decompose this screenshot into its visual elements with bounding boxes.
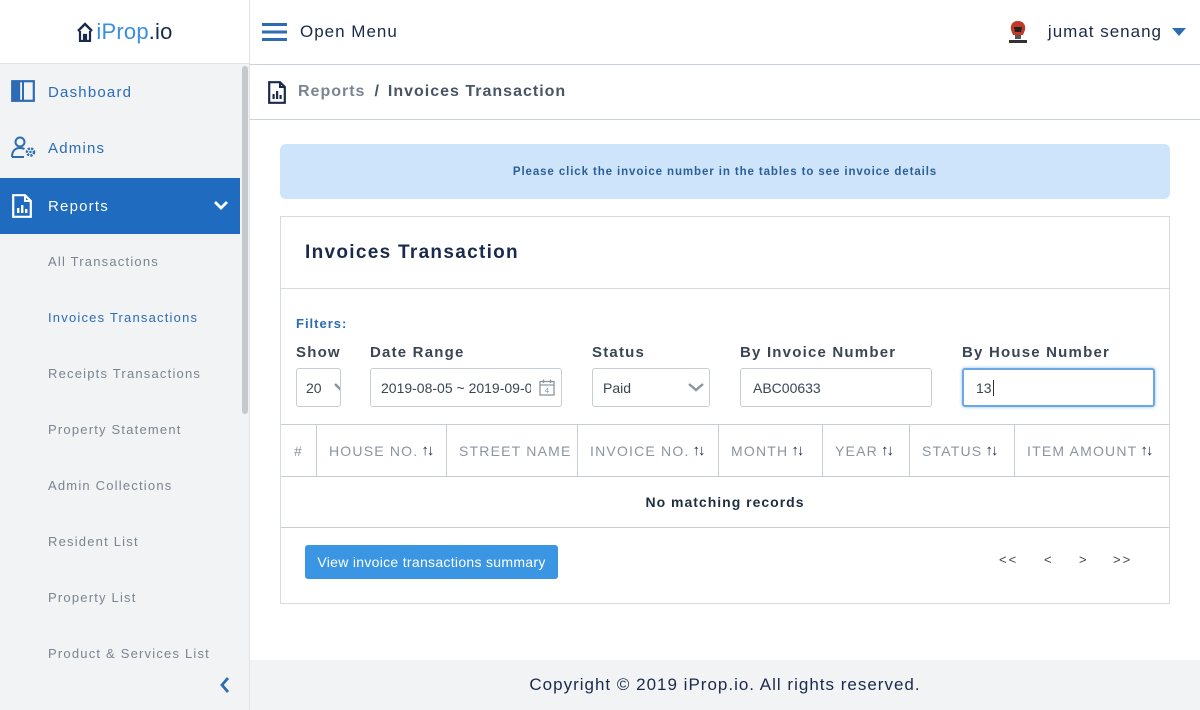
status-label: Status [592,344,646,361]
pager-last-button[interactable]: >> [1113,552,1132,567]
column-header-status[interactable]: STATUS ↑↓ [910,425,1015,476]
sort-icon: ↑↓ [692,442,706,459]
column-label: STATUS [922,442,983,459]
column-header-invoice-no[interactable]: INVOICE NO. ↑↓ [578,425,719,476]
date-range-input[interactable]: 2019-08-05 ~ 2019-09-05 4 [370,368,562,407]
open-menu-label: Open Menu [300,22,398,41]
card-title: Invoices Transaction [305,242,519,263]
show-select[interactable]: 20 [296,368,341,407]
column-label: INVOICE NO. [590,442,690,459]
avatar [1008,21,1027,43]
breadcrumb-current: Invoices Transaction [387,83,567,100]
footer: Copyright © 2019 iProp.io. All rights re… [250,660,1200,710]
brand-logo-area: iProp .io [0,0,250,64]
sidebar-subitem-all-transactions[interactable]: All Transactions [48,254,159,269]
sidebar-subitem-receipts-transactions[interactable]: Receipts Transactions [48,366,201,381]
sidebar-subitem-admin-collections[interactable]: Admin Collections [48,478,172,493]
show-value: 20 [306,379,322,396]
filters-label: Filters: [296,316,348,331]
text-caret [992,379,994,396]
collapse-sidebar-icon[interactable] [218,676,232,694]
breadcrumb: Reports / Invoices Transaction [250,65,1200,120]
status-select[interactable]: Paid [592,368,710,407]
sort-icon: ↑↓ [421,442,434,459]
sidebar-subitem-property-statement[interactable]: Property Statement [48,422,182,437]
sort-icon: ↑↓ [791,442,804,459]
brand-name: iProp [96,18,149,44]
admin-gear-icon [11,136,36,158]
pager-first-button[interactable]: << [999,552,1018,567]
column-header-month[interactable]: MONTH ↑↓ [719,425,823,476]
column-label: HOUSE NO. [329,442,419,459]
dashboard-icon [11,80,35,102]
table-header: # HOUSE NO. ↑↓ STREET NAME INVOICE NO. ↑↓ … [281,424,1169,477]
sort-icon: ↑↓ [985,442,998,459]
sidebar-subitem-product-services-list[interactable]: Product & Services List [48,646,210,661]
sidebar-item-label: Admins [48,139,106,157]
empty-table-row: No matching records [281,477,1169,528]
house-number-value: 13 [976,379,992,396]
sidebar-item-admins[interactable]: Admins [0,120,240,176]
brand-domain: .io [148,18,173,44]
pager-prev-button[interactable]: < [1044,552,1054,567]
date-range-label: Date Range [370,344,465,361]
breadcrumb-separator: / [374,83,379,100]
column-label: MONTH [731,442,789,459]
report-icon [268,80,286,104]
house-number-input[interactable]: 13 [962,368,1155,407]
column-header-item-amount[interactable]: ITEM AMOUNT ↑↓ [1015,425,1169,476]
open-menu-button[interactable]: Open Menu [262,22,398,42]
column-label: YEAR [835,442,878,459]
invoice-number-input[interactable]: ABC00633 [740,368,932,407]
date-range-value: 2019-08-05 ~ 2019-09-05 [381,379,531,396]
sidebar-item-label: Reports [48,197,109,215]
house-number-label: By House Number [962,344,1111,361]
view-summary-button[interactable]: View invoice transactions summary [305,545,558,579]
calendar-icon: 4 [539,379,555,396]
user-name: jumat senang [1047,22,1162,41]
svg-text:4: 4 [545,387,550,395]
column-header-year[interactable]: YEAR ↑↓ [823,425,910,476]
breadcrumb-reports-link[interactable]: Reports [298,83,365,101]
column-label: ITEM AMOUNT [1027,442,1138,459]
invoices-card: Invoices Transaction Filters: Show 20 Da… [280,216,1170,604]
caret-down-icon [1172,27,1186,36]
sidebar: Dashboard Admins Reports All Transaction… [0,64,250,710]
sidebar-subitem-resident-list[interactable]: Resident List [48,534,139,549]
sidebar-item-label: Dashboard [48,83,133,101]
invoice-number-value: ABC00633 [753,379,821,396]
show-label: Show [296,344,341,361]
status-value: Paid [603,379,632,396]
chevron-down-icon [334,383,340,391]
sidebar-subitem-property-list[interactable]: Property List [48,590,137,605]
hamburger-icon [262,23,287,41]
info-alert: Please click the invoice number in the t… [280,144,1170,199]
column-label: STREET NAME [459,442,572,459]
report-icon [12,194,32,218]
sidebar-scrollbar[interactable] [242,66,248,414]
card-divider [281,288,1169,289]
user-menu[interactable]: jumat senang [1004,0,1186,64]
topbar: Open Menu jumat senang [250,0,1200,65]
sidebar-item-reports[interactable]: Reports [0,178,240,234]
pager-next-button[interactable]: > [1079,552,1089,567]
chevron-down-icon [688,383,704,392]
chevron-down-icon [214,201,228,210]
sort-icon: ↑↓ [1140,442,1153,459]
sidebar-item-dashboard[interactable]: Dashboard [0,64,240,120]
column-header-street-name: STREET NAME [447,425,578,476]
house-logo-icon [77,21,94,42]
column-header-house-no[interactable]: HOUSE NO. ↑↓ [317,425,447,476]
invoice-number-label: By Invoice Number [740,344,897,361]
column-header-index: # [281,425,317,476]
column-label: # [294,442,303,459]
brand-logo[interactable]: iProp .io [76,19,172,45]
sidebar-subitem-invoices-transactions[interactable]: Invoices Transactions [48,310,198,325]
sort-icon: ↑↓ [880,442,894,459]
